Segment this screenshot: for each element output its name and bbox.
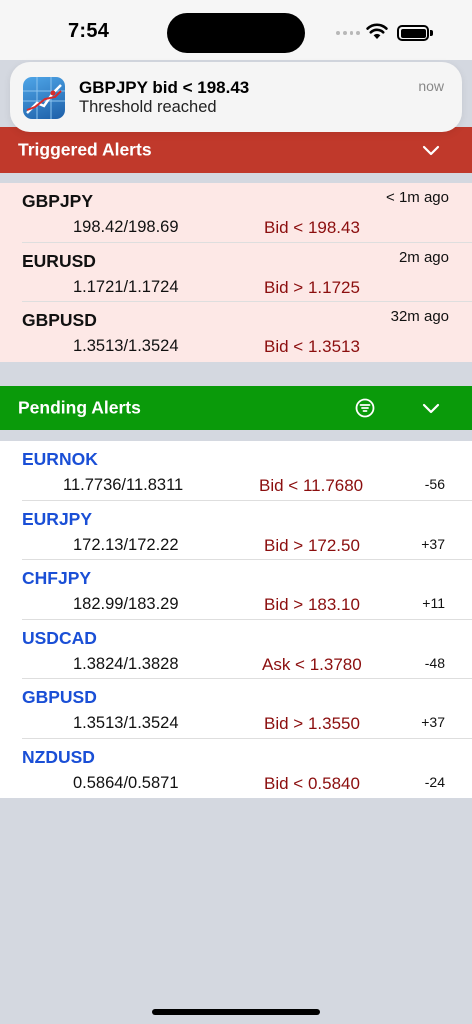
alert-quote: 182.99/183.29 <box>73 595 179 613</box>
alert-quote: 11.7736/11.8311 <box>63 476 184 494</box>
alert-symbol: CHFJPY <box>22 568 92 588</box>
alert-quote: 1.3513/1.3524 <box>73 714 179 732</box>
dynamic-island <box>167 13 305 53</box>
list-item[interactable]: CHFJPY 182.99/183.29 Bid > 183.10 +11 <box>0 560 472 620</box>
status-bar: 7:54 <box>0 0 472 60</box>
alert-time-ago: 2m ago <box>398 248 449 266</box>
battery-tip <box>430 30 433 36</box>
cellular-signal-icon <box>336 31 360 37</box>
alert-quote: 172.13/172.22 <box>73 535 179 554</box>
status-time: 7:54 <box>68 20 110 42</box>
wifi-icon <box>366 23 388 39</box>
alert-symbol: GBPUSD <box>22 687 97 707</box>
alert-distance: -24 <box>424 773 445 790</box>
alert-symbol: NZDUSD <box>22 746 95 767</box>
alert-quote: 198.42/198.69 <box>73 218 179 236</box>
alert-condition: Bid < 198.43 <box>264 218 360 237</box>
alert-condition: Bid < 11.7680 <box>259 476 364 495</box>
battery-icon <box>397 25 429 41</box>
notification-time: now <box>418 78 444 94</box>
alert-symbol: EURJPY <box>22 508 93 529</box>
alert-condition: Bid > 1.3550 <box>264 714 360 733</box>
list-item[interactable]: USDCAD 1.3824/1.3828 Ask < 1.3780 -48 <box>0 620 472 680</box>
alert-distance: +37 <box>421 535 445 552</box>
alert-condition: Bid < 0.5840 <box>264 773 360 793</box>
chevron-down-icon[interactable] <box>422 144 440 156</box>
alert-symbol: EURNOK <box>22 449 98 469</box>
pending-alerts-list: EURNOK 11.7736/11.8311 Bid < 11.7680 -56… <box>0 441 472 798</box>
alert-distance: -48 <box>424 654 445 671</box>
notification-body: Threshold reached <box>79 98 217 116</box>
alert-quote: 0.5864/0.5871 <box>73 773 179 792</box>
alert-condition: Ask < 1.3780 <box>262 654 362 674</box>
alert-time-ago: 32m ago <box>390 308 449 325</box>
list-item[interactable]: GBPJPY 198.42/198.69 Bid < 198.43 < 1m a… <box>0 183 472 243</box>
chevron-down-icon[interactable] <box>422 402 440 414</box>
alert-symbol: USDCAD <box>22 627 97 648</box>
list-item[interactable]: GBPUSD 1.3513/1.3524 Bid < 1.3513 32m ag… <box>0 302 472 362</box>
notification-banner[interactable]: GBPJPY bid < 198.43 Threshold reached no… <box>10 62 462 132</box>
alert-quote: 1.1721/1.1724 <box>73 277 179 296</box>
alert-symbol: EURUSD <box>22 250 96 271</box>
alert-quote: 1.3824/1.3828 <box>73 654 179 673</box>
alert-quote: 1.3513/1.3524 <box>73 337 179 355</box>
alert-distance: +11 <box>422 595 445 611</box>
list-item[interactable]: NZDUSD 0.5864/0.5871 Bid < 0.5840 -24 <box>0 739 472 799</box>
alert-time-ago: < 1m ago <box>386 189 449 206</box>
alert-symbol: GBPJPY <box>22 191 93 211</box>
alert-distance: +37 <box>421 714 445 730</box>
alert-distance: -56 <box>424 476 445 492</box>
filter-icon[interactable] <box>355 398 375 418</box>
list-item[interactable]: GBPUSD 1.3513/1.3524 Bid > 1.3550 +37 <box>0 679 472 739</box>
chart-app-icon <box>23 77 65 119</box>
home-indicator[interactable] <box>152 1009 320 1015</box>
notification-title: GBPJPY bid < 198.43 <box>79 78 250 97</box>
alert-condition: Bid < 1.3513 <box>264 337 360 356</box>
triggered-alerts-title: Triggered Alerts <box>18 139 152 160</box>
triggered-alerts-header[interactable]: Triggered Alerts <box>0 127 472 173</box>
alert-condition: Bid > 1.1725 <box>264 277 360 297</box>
alert-condition: Bid > 183.10 <box>264 595 360 614</box>
list-item[interactable]: EURNOK 11.7736/11.8311 Bid < 11.7680 -56 <box>0 441 472 501</box>
triggered-alerts-list: GBPJPY 198.42/198.69 Bid < 198.43 < 1m a… <box>0 183 472 362</box>
pending-alerts-title: Pending Alerts <box>18 397 141 418</box>
alert-condition: Bid > 172.50 <box>264 535 360 555</box>
alert-symbol: GBPUSD <box>22 310 97 330</box>
pending-alerts-header[interactable]: Pending Alerts <box>0 386 472 430</box>
list-item[interactable]: EURUSD 1.1721/1.1724 Bid > 1.1725 2m ago <box>0 243 472 303</box>
list-item[interactable]: EURJPY 172.13/172.22 Bid > 172.50 +37 <box>0 501 472 561</box>
